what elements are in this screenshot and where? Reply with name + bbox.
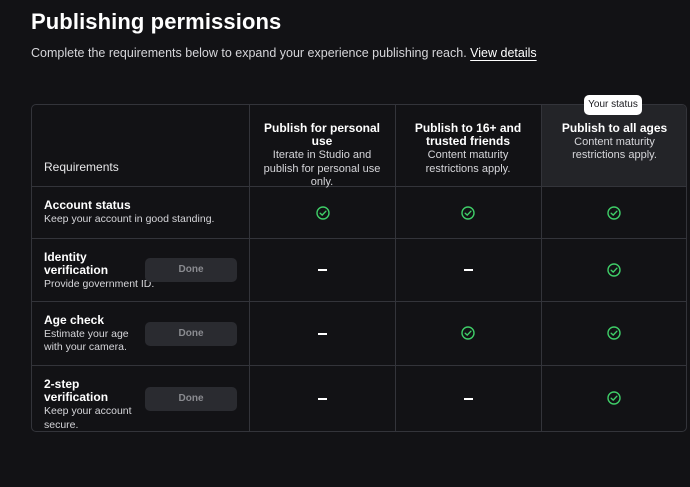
check-circle-icon: [316, 206, 330, 220]
dash-icon: [464, 269, 473, 271]
row-divider: [32, 301, 686, 302]
column-description: Iterate in Studio and publish for person…: [263, 149, 381, 188]
requirement-description: Keep your account in good standing.: [44, 213, 215, 226]
requirement-title: Identity verification: [44, 250, 109, 278]
requirement-title: Account status: [44, 198, 131, 212]
column-title: Publish to all ages: [561, 121, 668, 135]
dash-icon: [318, 398, 327, 400]
column-divider: [249, 105, 250, 431]
your-status-badge: Your status: [584, 95, 642, 115]
check-circle-icon: [607, 263, 621, 277]
column-description: Content maturity restrictions apply.: [425, 149, 511, 175]
column-header-personal: Publish for personal use Iterate in Stud…: [258, 121, 386, 189]
column-title: Publish to 16+ and trusted friends: [414, 121, 522, 149]
column-header-16-plus: Publish to 16+ and trusted friends Conte…: [412, 121, 524, 176]
column-header-all-ages: Publish to all ages Content maturity res…: [548, 121, 681, 163]
requirement-description: Estimate your age with your camera.: [44, 328, 129, 354]
column-description: Content maturity restrictions apply.: [572, 136, 657, 162]
column-divider: [541, 105, 542, 431]
check-circle-icon: [607, 206, 621, 220]
dash-icon: [464, 398, 473, 400]
dash-icon: [318, 269, 327, 271]
check-circle-icon: [607, 326, 621, 340]
page-subtitle: Complete the requirements below to expan…: [31, 46, 537, 60]
requirement-description: Keep your account secure.: [44, 405, 132, 431]
subtitle-text: Complete the requirements below to expan…: [31, 46, 467, 60]
check-circle-icon: [461, 326, 475, 340]
column-title: Publish for personal use: [263, 121, 380, 149]
requirement-title: 2-step verification: [44, 377, 109, 405]
publishing-permissions-page: Publishing permissions Complete the requ…: [0, 0, 690, 487]
2-step-verification-done-button[interactable]: Done: [145, 387, 237, 411]
row-divider: [32, 365, 686, 366]
dash-icon: [318, 333, 327, 335]
page-title: Publishing permissions: [31, 9, 282, 34]
permissions-table: Requirements Publish for personal use It…: [31, 104, 687, 432]
requirements-header: Requirements: [44, 160, 119, 174]
row-divider: [32, 238, 686, 239]
age-check-done-button[interactable]: Done: [145, 322, 237, 346]
view-details-link[interactable]: View details: [470, 46, 536, 60]
column-divider: [395, 105, 396, 431]
requirement-identity-verification: Identity verification Provide government…: [44, 250, 155, 292]
requirement-age-check: Age check Estimate your age with your ca…: [44, 313, 149, 354]
requirement-title: Age check: [44, 313, 105, 327]
requirement-description: Provide government ID.: [44, 278, 155, 291]
requirement-2-step-verification: 2-step verification Keep your account se…: [44, 377, 144, 431]
identity-verification-done-button[interactable]: Done: [145, 258, 237, 282]
check-circle-icon: [607, 391, 621, 405]
requirement-account-status: Account status Keep your account in good…: [44, 198, 244, 226]
check-circle-icon: [461, 206, 475, 220]
